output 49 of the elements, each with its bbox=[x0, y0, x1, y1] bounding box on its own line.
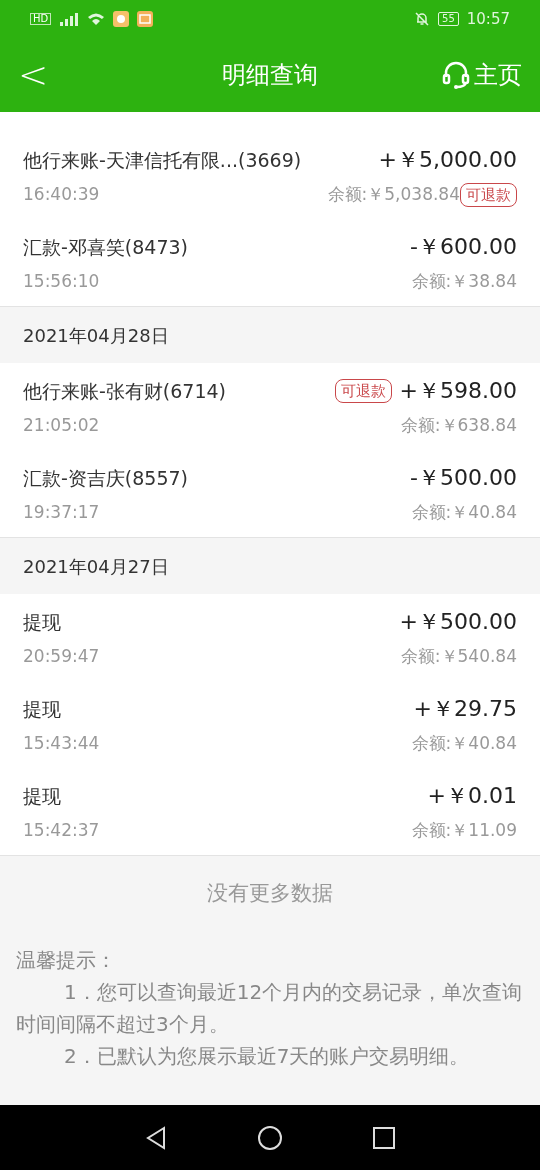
balance-text: 余额:￥40.84 bbox=[411, 501, 517, 525]
balance-text: 余额:￥540.84 bbox=[400, 645, 517, 669]
transaction-time: 21:05:02 bbox=[23, 414, 100, 438]
refundable-badge: 可退款 bbox=[460, 183, 517, 207]
balance-text: 余额:￥638.84 bbox=[400, 414, 517, 438]
home-button[interactable]: 主页 bbox=[442, 57, 522, 93]
transaction-name: 他行来账-张有财(6714) bbox=[23, 378, 227, 404]
transaction-amount: -￥600.00 bbox=[410, 233, 517, 262]
transaction-amount: -￥500.00 bbox=[410, 464, 517, 493]
recents-nav-icon[interactable] bbox=[373, 1126, 395, 1149]
network-label: HD bbox=[30, 13, 52, 25]
wifi-icon bbox=[87, 12, 106, 26]
signal-icon bbox=[59, 12, 80, 26]
transaction-time: 19:37:17 bbox=[23, 501, 100, 525]
transaction-name: 提现 bbox=[23, 696, 61, 722]
transaction-amount: +￥598.00 bbox=[399, 377, 517, 406]
balance-text: 余额:￥5,038.84 bbox=[327, 183, 460, 207]
transaction-name: 他行来账-天津信托有限...(3669) bbox=[23, 147, 302, 173]
back-button[interactable]: < bbox=[18, 57, 58, 93]
headset-icon bbox=[442, 60, 470, 90]
transaction-time: 16:40:39 bbox=[23, 183, 100, 207]
home-nav-icon[interactable] bbox=[257, 1124, 283, 1151]
tips-title: 温馨提示： bbox=[16, 946, 117, 974]
balance-text: 余额:￥11.09 bbox=[411, 819, 517, 843]
transaction-amount: +￥5,000.00 bbox=[378, 146, 517, 175]
transaction-time: 15:42:37 bbox=[23, 819, 100, 843]
transaction-time: 15:43:44 bbox=[23, 732, 100, 756]
battery-icon: 55 bbox=[438, 12, 459, 26]
mute-bell-icon bbox=[414, 11, 431, 27]
transaction-amount: +￥0.01 bbox=[427, 782, 517, 811]
transaction-amount: +￥500.00 bbox=[399, 608, 517, 637]
transaction-time: 15:56:10 bbox=[23, 270, 100, 294]
transaction-name: 提现 bbox=[23, 783, 61, 809]
transaction-name: 汇款-资吉庆(8557) bbox=[23, 465, 189, 491]
tip-text: 1．您可以查询最近12个月内的交易记录，单次查询时间间隔不超过3个月。 bbox=[16, 978, 524, 1038]
app-icon bbox=[137, 11, 154, 27]
page-title: 明细查询 bbox=[222, 60, 318, 91]
back-nav-icon[interactable] bbox=[145, 1125, 167, 1150]
transaction-name: 提现 bbox=[23, 609, 61, 635]
refundable-badge: 可退款 bbox=[334, 378, 392, 403]
transaction-name: 汇款-邓喜笑(8473) bbox=[23, 234, 189, 260]
end-of-list-text: 没有更多数据 bbox=[0, 855, 540, 944]
clock-time: 10:57 bbox=[466, 8, 510, 30]
balance-text: 余额:￥38.84 bbox=[411, 270, 517, 294]
transaction-amount: +￥29.75 bbox=[413, 695, 517, 724]
app-icon bbox=[113, 11, 130, 27]
balance-text: 余额:￥40.84 bbox=[411, 732, 517, 756]
tip-text: 2．已默认为您展示最近7天的账户交易明细。 bbox=[63, 1042, 471, 1070]
transaction-time: 20:59:47 bbox=[23, 645, 100, 669]
